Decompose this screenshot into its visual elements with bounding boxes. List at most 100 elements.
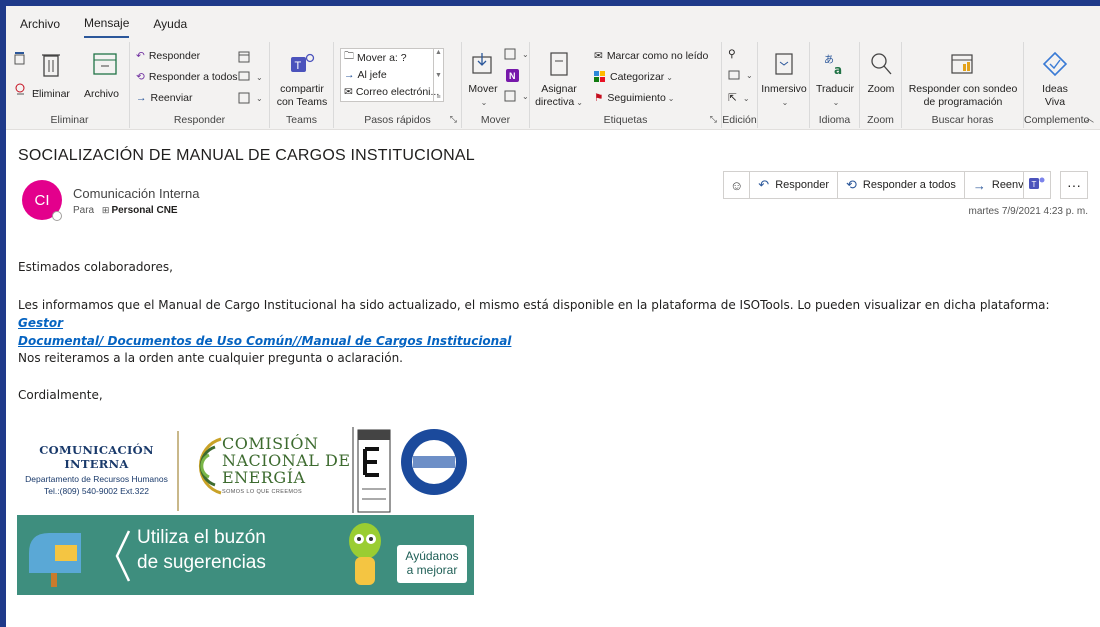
tab-mensaje[interactable]: Mensaje	[84, 8, 130, 38]
related-button[interactable]: ⌄	[728, 70, 753, 81]
tab-ayuda[interactable]: Ayuda	[153, 9, 187, 37]
translate-button[interactable]: あa Traducir ⌄	[814, 48, 856, 109]
immersive-label: Inmersivo	[761, 83, 807, 95]
mascot-icon	[349, 523, 381, 585]
signature-department: COMUNICACIÓN INTERNA Departamento de Rec…	[19, 443, 174, 496]
viva-label-2: Viva	[1044, 96, 1066, 108]
group-zoom: Zoom Zoom	[860, 42, 902, 128]
expand-group-icon[interactable]: ⊞	[102, 205, 110, 215]
find-button[interactable]: ⚲	[728, 48, 740, 60]
quick-steps-scroll[interactable]: ▲ ▼ ≡	[433, 49, 443, 101]
mark-unread-label: Marcar como no leído	[606, 50, 709, 62]
banner-help-line-2: a mejorar	[406, 563, 458, 577]
ribbon: ⌄ Eliminar Archivo Eliminar ↶ Responder …	[6, 40, 1100, 130]
reply-button[interactable]: ↶ Responder	[750, 172, 839, 198]
signature-divider-2	[352, 427, 354, 513]
reply-ribbon-button[interactable]: ↶ Responder	[136, 50, 200, 62]
group-eliminar: ⌄ Eliminar Archivo Eliminar	[10, 42, 130, 128]
banner-line-1: Utiliza el buzón	[137, 527, 266, 548]
more-respond-button[interactable]: ⌄	[238, 92, 263, 104]
mail-icon: ✉	[344, 85, 353, 98]
svg-text:あ: あ	[824, 54, 834, 66]
quick-step-to-manager[interactable]: → Al jefe	[341, 66, 443, 83]
dialog-launcher-icon[interactable]: ⤡	[450, 114, 457, 125]
presence-status-icon	[52, 211, 62, 221]
archive-label: Archivo	[84, 88, 120, 100]
forward-ribbon-button[interactable]: → Reenviar	[136, 92, 193, 104]
reply-all-icon: ⟲	[846, 177, 857, 192]
paragraph-2: Nos reiteramos a la orden ante cualquier…	[18, 351, 403, 365]
reaction-button[interactable]: ☺	[724, 172, 751, 198]
forward-ribbon-label: Reenviar	[150, 92, 193, 104]
scheduling-poll-label-1: Responder con sondeo	[908, 83, 1018, 95]
quick-step-email[interactable]: ✉ Correo electróni...	[341, 83, 443, 100]
related-icon	[728, 70, 740, 81]
zoom-label: Zoom	[867, 83, 895, 95]
assign-label-2: directiva ⌄	[535, 96, 583, 108]
signature-block: COMUNICACIÓN INTERNA Departamento de Rec…	[17, 425, 475, 517]
reply-all-ribbon-button[interactable]: ⟲ Responder a todos	[136, 71, 238, 83]
signature-title: COMUNICACIÓN INTERNA	[39, 443, 154, 471]
reply-all-label: Responder a todos	[862, 179, 956, 191]
move-folder-icon	[467, 48, 499, 80]
svg-text:T: T	[295, 60, 302, 72]
followup-button[interactable]: ⚑ Seguimiento ⌄	[594, 92, 675, 104]
share-teams-button[interactable]: T compartir con Teams	[276, 48, 328, 109]
chat-icon	[238, 71, 250, 83]
message-subject: SOCIALIZACIÓN DE MANUAL DE CARGOS INSTIT…	[18, 147, 475, 164]
to-recipient[interactable]: Personal CNE	[111, 205, 177, 216]
move-button[interactable]: Mover ⌄	[468, 48, 498, 109]
archive-button[interactable]: Archivo	[84, 48, 124, 100]
group-label-complemento: Complemento	[1024, 114, 1090, 126]
ignore-button[interactable]	[14, 52, 30, 66]
quick-steps-gallery[interactable]: 🗀 Mover a: ? → Al jefe ✉ Correo electróni..…	[340, 48, 444, 102]
meeting-reply-button[interactable]	[238, 50, 254, 63]
signature-divider	[177, 431, 179, 511]
categorize-button[interactable]: Categorizar ⌄	[594, 71, 673, 83]
immersive-caret-icon: ⌄	[781, 98, 789, 107]
document-link-part-2[interactable]: Documental/ Documentos de Uso Común//Man…	[18, 334, 511, 348]
ignore-icon	[14, 52, 26, 66]
move-caret-icon: ⌄	[480, 98, 488, 107]
categories-icon	[594, 71, 606, 83]
group-label-etiquetas: Etiquetas	[603, 114, 648, 126]
assign-policy-button[interactable]: Asignar directiva ⌄	[534, 48, 584, 109]
more-actions-button[interactable]: ···	[1060, 171, 1088, 199]
reply-scheduling-poll-button[interactable]: Responder con sondeo de programación	[906, 48, 1020, 109]
cne-line-2: NACIONAL DE	[222, 451, 351, 470]
rules-button[interactable]: ⌄	[504, 48, 529, 60]
sender-name[interactable]: Comunicación Interna	[73, 186, 199, 201]
group-label-zoom: Zoom	[867, 114, 894, 126]
select-button[interactable]: ⇱ ⌄	[728, 92, 750, 104]
delete-button[interactable]: Eliminar	[32, 48, 70, 100]
arrow-right-icon: →	[344, 68, 355, 81]
actions-button[interactable]: ⌄	[504, 90, 529, 102]
signature-dept: Departamento de Recursos Humanos	[25, 474, 168, 484]
collapse-ribbon-icon[interactable]: ︿	[1084, 110, 1094, 125]
tab-archivo[interactable]: Archivo	[20, 9, 60, 37]
actions-icon	[504, 90, 516, 102]
cne-logo-icon	[198, 437, 222, 495]
immersive-reader-button[interactable]: Inmersivo ⌄	[761, 48, 807, 109]
group-label-teams: Teams	[286, 114, 317, 126]
zoom-button[interactable]: Zoom	[864, 48, 898, 96]
banner-line-2: de sugerencias	[137, 552, 266, 573]
greeting: Estimados colaboradores,	[18, 260, 173, 274]
suggestions-banner[interactable]: Utiliza el buzón de sugerencias Ayúdanos…	[17, 515, 474, 595]
im-reply-button[interactable]: ⌄	[238, 71, 263, 83]
teams-chat-button[interactable]: T	[1023, 171, 1051, 199]
reply-all-button[interactable]: ⟲ Responder a todos	[838, 172, 965, 198]
onenote-button[interactable]: N	[506, 69, 523, 82]
share-teams-label-1: compartir	[280, 83, 324, 95]
quick-step-move-to[interactable]: 🗀 Mover a: ?	[341, 49, 443, 66]
quick-step-move-to-label: Mover a: ?	[357, 51, 407, 64]
document-link-part-1[interactable]: Gestor	[18, 316, 63, 330]
trash-icon	[35, 48, 67, 80]
avatar-initials: CI	[34, 191, 50, 209]
closing: Cordialmente,	[18, 388, 103, 402]
viva-label-1: Ideas	[1042, 83, 1068, 95]
mark-unread-button[interactable]: ✉ Marcar como no leído	[594, 50, 708, 62]
aenor-seal-icon	[357, 429, 391, 513]
etiquetas-launcher-icon[interactable]: ⤡	[710, 114, 717, 125]
viva-insights-button[interactable]: Ideas Viva	[1030, 48, 1080, 109]
